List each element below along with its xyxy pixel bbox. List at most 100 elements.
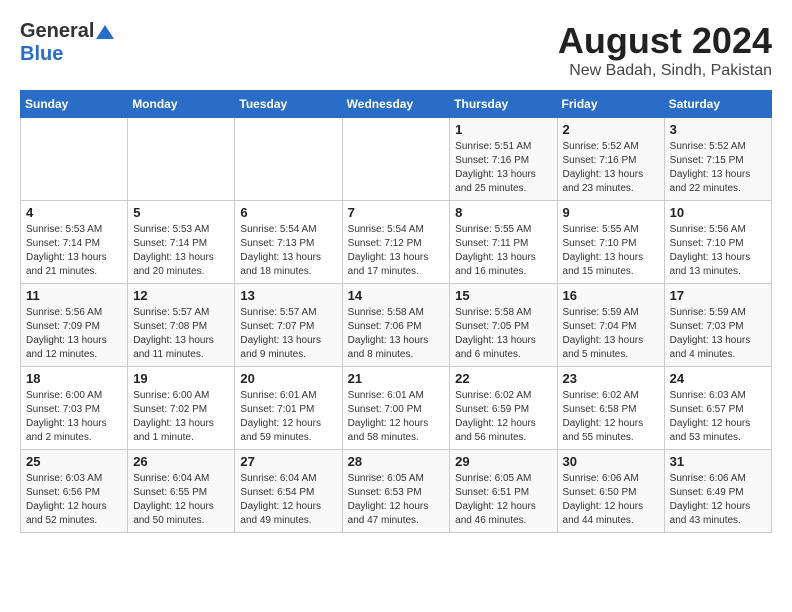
weekday-header-saturday: Saturday (664, 91, 771, 118)
calendar-week-row: 18Sunrise: 6:00 AM Sunset: 7:03 PM Dayli… (21, 367, 772, 450)
day-info: Sunrise: 6:02 AM Sunset: 6:59 PM Dayligh… (455, 389, 551, 445)
day-info: Sunrise: 5:58 AM Sunset: 7:06 PM Dayligh… (348, 306, 445, 362)
day-info: Sunrise: 6:05 AM Sunset: 6:51 PM Dayligh… (455, 472, 551, 528)
day-info: Sunrise: 6:02 AM Sunset: 6:58 PM Dayligh… (563, 389, 659, 445)
day-number: 2 (563, 122, 659, 137)
calendar-cell: 19 Sunrise: 6:00 AM Sunset: 7:02 PM Dayli… (128, 367, 235, 450)
calendar-cell: 15Sunrise: 5:58 AM Sunset: 7:05 PM Dayli… (450, 284, 557, 367)
day-number: 24 (670, 371, 766, 386)
weekday-header-thursday: Thursday (450, 91, 557, 118)
calendar-week-row: 11 Sunrise: 5:56 AM Sunset: 7:09 PM Dayli… (21, 284, 772, 367)
day-info: Sunrise: 5:51 AM Sunset: 7:16 PM Dayligh… (455, 140, 551, 196)
day-number: 7 (348, 205, 445, 220)
calendar-cell: 5 Sunrise: 5:53 AM Sunset: 7:14 PM Daylig… (128, 201, 235, 284)
day-info: Sunrise: 6:04 AM Sunset: 6:54 PM Dayligh… (240, 472, 336, 528)
calendar-cell: 16Sunrise: 5:59 AM Sunset: 7:04 PM Dayli… (557, 284, 664, 367)
calendar-cell: 1 Sunrise: 5:51 AM Sunset: 7:16 PM Daylig… (450, 118, 557, 201)
calendar-cell: 10 Sunrise: 5:56 AM Sunset: 7:10 PM Dayli… (664, 201, 771, 284)
day-info: Sunrise: 6:01 AM Sunset: 7:01 PM Dayligh… (240, 389, 336, 445)
day-number: 17 (670, 288, 766, 303)
day-info: Sunrise: 5:56 AM Sunset: 7:09 PM Dayligh… (26, 306, 122, 362)
day-number: 23 (563, 371, 659, 386)
calendar-cell: 4Sunrise: 5:53 AM Sunset: 7:14 PM Daylig… (21, 201, 128, 284)
day-info: Sunrise: 5:55 AM Sunset: 7:10 PM Dayligh… (563, 223, 659, 279)
day-info: Sunrise: 5:57 AM Sunset: 7:07 PM Dayligh… (240, 306, 336, 362)
weekday-header-wednesday: Wednesday (342, 91, 450, 118)
title-area: August 2024 New Badah, Sindh, Pakistan (558, 20, 772, 80)
calendar-cell: 14 Sunrise: 5:58 AM Sunset: 7:06 PM Dayli… (342, 284, 450, 367)
day-info: Sunrise: 5:53 AM Sunset: 7:14 PM Dayligh… (133, 223, 229, 279)
logo-blue-text: Blue (20, 43, 63, 66)
day-info: Sunrise: 5:54 AM Sunset: 7:13 PM Dayligh… (240, 223, 336, 279)
calendar-cell: 18Sunrise: 6:00 AM Sunset: 7:03 PM Dayli… (21, 367, 128, 450)
day-info: Sunrise: 5:55 AM Sunset: 7:11 PM Dayligh… (455, 223, 551, 279)
day-number: 19 (133, 371, 229, 386)
day-number: 1 (455, 122, 551, 137)
day-number: 10 (670, 205, 766, 220)
day-info: Sunrise: 5:59 AM Sunset: 7:03 PM Dayligh… (670, 306, 766, 362)
calendar-cell: 28Sunrise: 6:05 AM Sunset: 6:53 PM Dayli… (342, 450, 450, 533)
calendar-cell: 7 Sunrise: 5:54 AM Sunset: 7:12 PM Daylig… (342, 201, 450, 284)
day-number: 11 (26, 288, 122, 303)
weekday-header-sunday: Sunday (21, 91, 128, 118)
calendar-header-row: SundayMondayTuesdayWednesdayThursdayFrid… (21, 91, 772, 118)
day-info: Sunrise: 5:59 AM Sunset: 7:04 PM Dayligh… (563, 306, 659, 362)
day-number: 22 (455, 371, 551, 386)
weekday-header-monday: Monday (128, 91, 235, 118)
calendar-cell: 17 Sunrise: 5:59 AM Sunset: 7:03 PM Dayli… (664, 284, 771, 367)
weekday-header-friday: Friday (557, 91, 664, 118)
calendar-cell: 9 Sunrise: 5:55 AM Sunset: 7:10 PM Daylig… (557, 201, 664, 284)
calendar-week-row: 4Sunrise: 5:53 AM Sunset: 7:14 PM Daylig… (21, 201, 772, 284)
day-number: 13 (240, 288, 336, 303)
day-number: 9 (563, 205, 659, 220)
weekday-header-tuesday: Tuesday (235, 91, 342, 118)
calendar-cell: 13 Sunrise: 5:57 AM Sunset: 7:07 PM Dayli… (235, 284, 342, 367)
day-info: Sunrise: 6:00 AM Sunset: 7:03 PM Dayligh… (26, 389, 122, 445)
day-info: Sunrise: 5:54 AM Sunset: 7:12 PM Dayligh… (348, 223, 445, 279)
calendar-week-row: 1 Sunrise: 5:51 AM Sunset: 7:16 PM Daylig… (21, 118, 772, 201)
day-info: Sunrise: 6:06 AM Sunset: 6:49 PM Dayligh… (670, 472, 766, 528)
calendar-cell: 21 Sunrise: 6:01 AM Sunset: 7:00 PM Dayli… (342, 367, 450, 450)
day-info: Sunrise: 6:00 AM Sunset: 7:02 PM Dayligh… (133, 389, 229, 445)
day-info: Sunrise: 5:52 AM Sunset: 7:15 PM Dayligh… (670, 140, 766, 196)
day-info: Sunrise: 5:56 AM Sunset: 7:10 PM Dayligh… (670, 223, 766, 279)
calendar-week-row: 25Sunrise: 6:03 AM Sunset: 6:56 PM Dayli… (21, 450, 772, 533)
day-number: 14 (348, 288, 445, 303)
calendar-cell: 23 Sunrise: 6:02 AM Sunset: 6:58 PM Dayli… (557, 367, 664, 450)
day-number: 25 (26, 454, 122, 469)
day-number: 6 (240, 205, 336, 220)
calendar-cell: 2 Sunrise: 5:52 AM Sunset: 7:16 PM Daylig… (557, 118, 664, 201)
day-number: 5 (133, 205, 229, 220)
day-number: 27 (240, 454, 336, 469)
page-header: General Blue August 2024 New Badah, Sind… (20, 20, 772, 80)
day-number: 20 (240, 371, 336, 386)
calendar-cell: 31 Sunrise: 6:06 AM Sunset: 6:49 PM Dayli… (664, 450, 771, 533)
day-number: 31 (670, 454, 766, 469)
calendar-cell (342, 118, 450, 201)
logo: General Blue (20, 20, 114, 66)
calendar-cell: 22 Sunrise: 6:02 AM Sunset: 6:59 PM Dayli… (450, 367, 557, 450)
calendar-cell: 29 Sunrise: 6:05 AM Sunset: 6:51 PM Dayli… (450, 450, 557, 533)
location-title: New Badah, Sindh, Pakistan (558, 62, 772, 80)
calendar-cell (21, 118, 128, 201)
day-info: Sunrise: 5:58 AM Sunset: 7:05 PM Dayligh… (455, 306, 551, 362)
day-info: Sunrise: 5:57 AM Sunset: 7:08 PM Dayligh… (133, 306, 229, 362)
day-number: 8 (455, 205, 551, 220)
calendar-cell: 25Sunrise: 6:03 AM Sunset: 6:56 PM Dayli… (21, 450, 128, 533)
day-info: Sunrise: 5:52 AM Sunset: 7:16 PM Dayligh… (563, 140, 659, 196)
day-info: Sunrise: 6:03 AM Sunset: 6:57 PM Dayligh… (670, 389, 766, 445)
day-number: 29 (455, 454, 551, 469)
calendar-cell: 3Sunrise: 5:52 AM Sunset: 7:15 PM Daylig… (664, 118, 771, 201)
calendar-cell: 24 Sunrise: 6:03 AM Sunset: 6:57 PM Dayli… (664, 367, 771, 450)
calendar-cell: 11 Sunrise: 5:56 AM Sunset: 7:09 PM Dayli… (21, 284, 128, 367)
day-info: Sunrise: 6:01 AM Sunset: 7:00 PM Dayligh… (348, 389, 445, 445)
logo-icon (96, 23, 114, 41)
calendar-table: SundayMondayTuesdayWednesdayThursdayFrid… (20, 90, 772, 533)
logo-general-text: General (20, 20, 94, 43)
day-number: 28 (348, 454, 445, 469)
day-info: Sunrise: 5:53 AM Sunset: 7:14 PM Dayligh… (26, 223, 122, 279)
month-title: August 2024 (558, 20, 772, 62)
calendar-cell: 20 Sunrise: 6:01 AM Sunset: 7:01 PM Dayli… (235, 367, 342, 450)
calendar-cell: 12Sunrise: 5:57 AM Sunset: 7:08 PM Dayli… (128, 284, 235, 367)
day-number: 21 (348, 371, 445, 386)
